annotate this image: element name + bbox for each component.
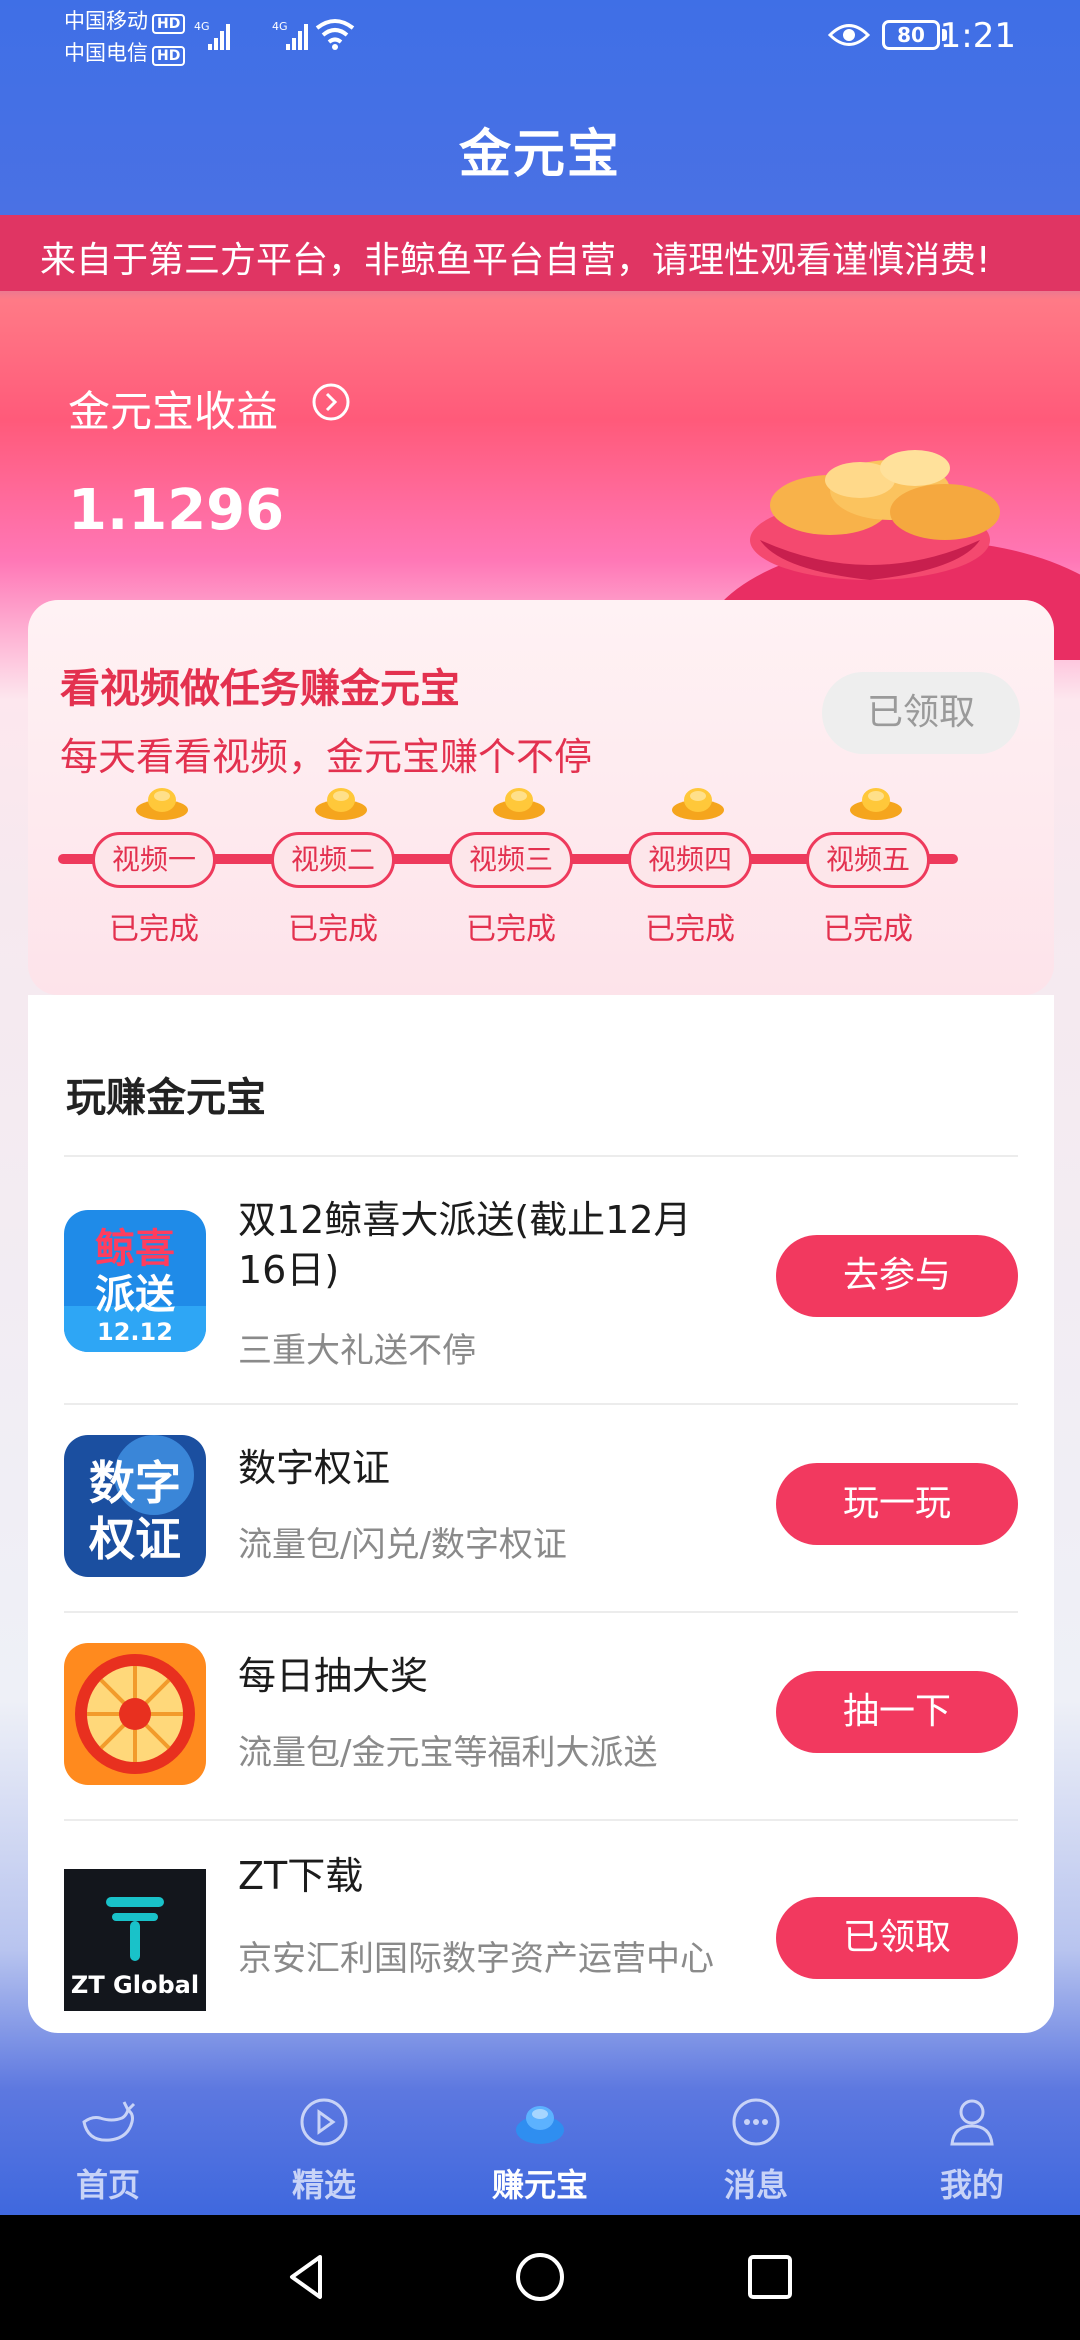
bottom-nav: 首页 精选 赚元宝 消息 我的	[0, 2060, 1080, 2215]
chevron-right-icon[interactable]	[311, 382, 351, 422]
hd-badge: HD	[152, 14, 186, 34]
task-subtitle: 每天看看视频，金元宝赚个不停	[60, 735, 593, 779]
message-icon	[732, 2098, 780, 2146]
wifi-icon	[315, 19, 355, 50]
home-circle-icon[interactable]	[508, 2245, 572, 2309]
video-step-status: 已完成	[288, 912, 378, 947]
recents-icon[interactable]	[738, 2245, 802, 2309]
divider	[64, 1403, 1018, 1405]
video-step-status: 已完成	[109, 912, 199, 947]
draw-button[interactable]: 抽一下	[776, 1671, 1018, 1753]
earnings-label[interactable]: 金元宝收益	[68, 378, 278, 439]
earnings-value: 1.1296	[68, 478, 285, 543]
gold-ingot-icon	[672, 788, 724, 820]
gold-ingot-icon	[850, 788, 902, 820]
icon-text: ZT Global	[71, 1971, 199, 1999]
status-bar: 中国移动 HD 中国电信 HD 4G 4G 80 1:21	[0, 0, 1080, 70]
nav-featured[interactable]: 精选	[216, 2060, 432, 2215]
item-title: 每日抽大奖	[238, 1654, 429, 1698]
eye-icon	[828, 24, 870, 46]
section-title: 玩赚金元宝	[66, 1075, 266, 1121]
video-step-status: 已完成	[466, 912, 556, 947]
earn-list-card: 玩赚金元宝 鲸喜 派送 12.12 双12鲸喜大派送(截止12月16日) 三重大…	[28, 995, 1054, 2033]
nav-label: 消息	[723, 2166, 788, 2204]
video-step-label: 视频五	[806, 832, 930, 888]
task-title: 看视频做任务赚金元宝	[60, 666, 460, 712]
digital-warrant-icon: 数字 权证	[64, 1435, 206, 1577]
person-icon	[950, 2099, 994, 2146]
video-step-label: 视频一	[92, 832, 216, 888]
claimed-button[interactable]: 已领取	[822, 672, 1020, 754]
video-task-card: 看视频做任务赚金元宝 每天看看视频，金元宝赚个不停 已领取 视频一 已完成 视频…	[28, 600, 1054, 995]
icon-date: 12.12	[97, 1318, 173, 1346]
clock: 1:21	[939, 16, 1016, 56]
gold-ingot-icon	[315, 788, 367, 820]
video-step-label: 视频三	[449, 832, 573, 888]
signal-icon: 4G	[194, 20, 230, 50]
item-title: ZT下载	[238, 1854, 364, 1898]
zt-global-icon: ZT Global	[64, 1869, 206, 2011]
gold-ingot-icon	[493, 788, 545, 820]
join-button[interactable]: 去参与	[776, 1235, 1018, 1317]
item-description: 三重大礼送不停	[238, 1331, 476, 1371]
icon-text-top: 鲸喜	[95, 1226, 175, 1272]
video-step-status: 已完成	[823, 912, 913, 947]
divider	[64, 1155, 1018, 1157]
nav-home[interactable]: 首页	[0, 2060, 216, 2215]
icon-text-bottom: 权证	[88, 1512, 181, 1566]
nav-profile[interactable]: 我的	[864, 2060, 1080, 2215]
item-title: 数字权证	[238, 1446, 391, 1490]
video-step-label: 视频二	[271, 832, 395, 888]
item-description: 流量包/金元宝等福利大派送	[238, 1733, 658, 1773]
network-type-1: 4G	[194, 20, 210, 33]
play-button[interactable]: 玩一玩	[776, 1463, 1018, 1545]
gold-ingot-icon	[136, 788, 188, 820]
carrier-2: 中国电信 HD	[64, 40, 186, 66]
back-icon[interactable]	[276, 2245, 340, 2309]
ingot-icon	[516, 2106, 564, 2144]
item-description: 流量包/闪兑/数字权证	[238, 1525, 567, 1565]
signal-icon: 4G	[272, 20, 308, 50]
video-step-label: 视频四	[628, 832, 752, 888]
icon-text-top: 数字	[89, 1456, 181, 1510]
claimed-button[interactable]: 已领取	[776, 1897, 1018, 1979]
battery-indicator: 80	[882, 20, 940, 50]
divider	[64, 1611, 1018, 1613]
nav-label: 精选	[291, 2166, 356, 2204]
divider	[64, 1819, 1018, 1821]
nav-earn[interactable]: 赚元宝	[432, 2060, 648, 2215]
lucky-wheel-icon	[64, 1643, 206, 1785]
nav-messages[interactable]: 消息	[648, 2060, 864, 2215]
video-step-status: 已完成	[645, 912, 735, 947]
notice-banner: 来自于第三方平台，非鲸鱼平台自营，请理性观看谨慎消费!	[0, 215, 1080, 291]
nav-label: 首页	[75, 2166, 140, 2204]
hd-badge: HD	[152, 46, 186, 66]
system-nav-bar	[0, 2215, 1080, 2340]
whale-icon	[82, 2101, 136, 2142]
notice-text: 来自于第三方平台，非鲸鱼平台自营，请理性观看谨慎消费!	[40, 240, 991, 281]
promo-1212-icon: 鲸喜 派送 12.12	[64, 1210, 206, 1352]
play-circle-icon	[300, 2098, 348, 2146]
icon-text-bottom: 派送	[95, 1272, 175, 1318]
network-type-2: 4G	[272, 20, 288, 33]
page-title: 金元宝	[458, 125, 621, 185]
nav-label: 赚元宝	[491, 2166, 588, 2204]
nav-label: 我的	[939, 2166, 1004, 2204]
item-description: 京安汇利国际数字资产运营中心	[238, 1939, 714, 1977]
item-title: 双12鲸喜大派送(截止12月16日)	[238, 1198, 692, 1292]
carrier-1-name: 中国移动	[64, 9, 148, 33]
carrier-1: 中国移动 HD	[64, 8, 186, 34]
carrier-2-name: 中国电信	[64, 41, 148, 65]
